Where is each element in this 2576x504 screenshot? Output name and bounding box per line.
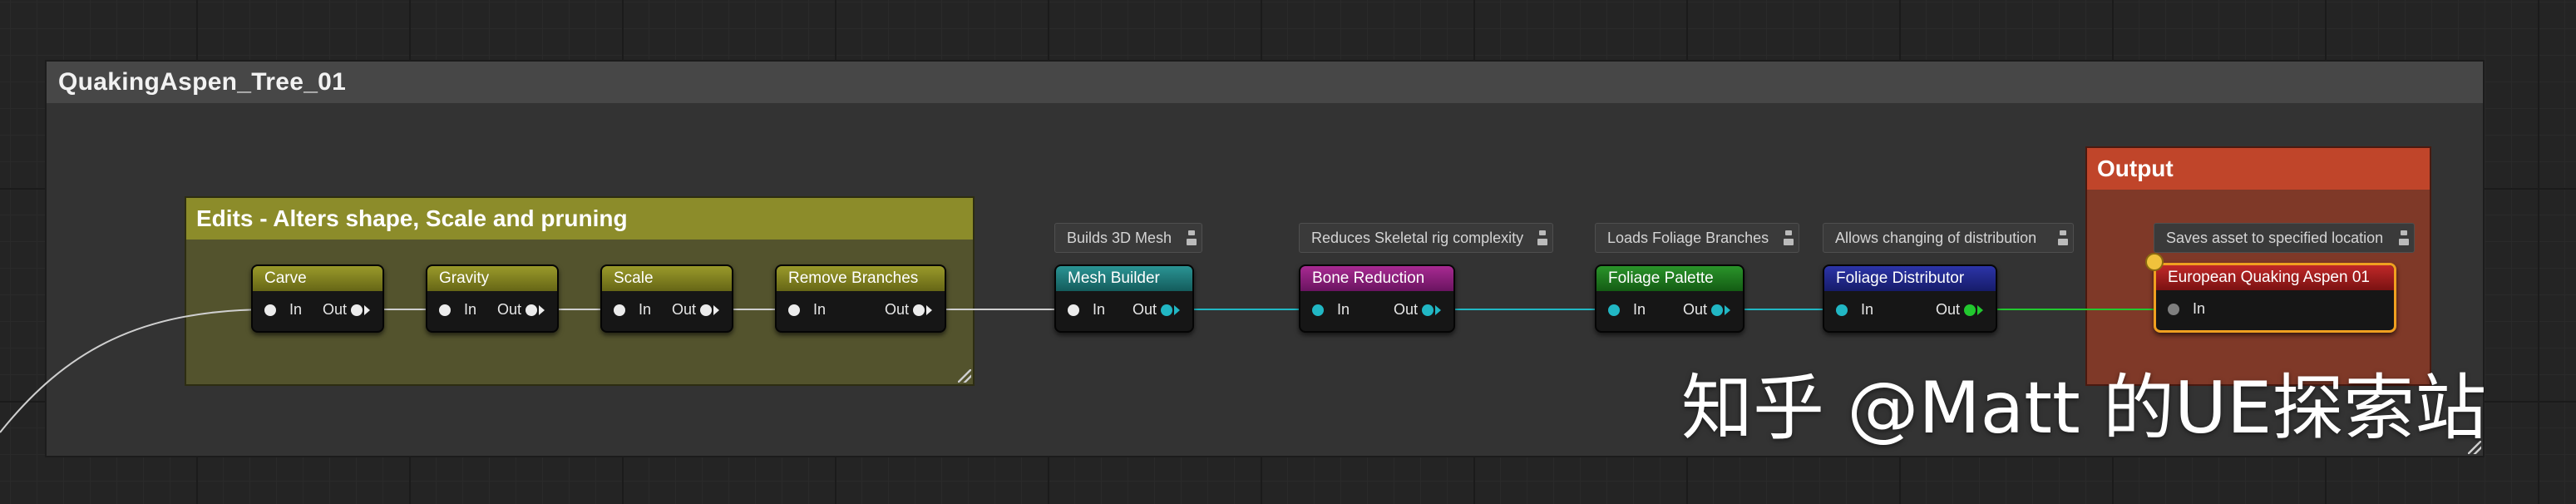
output-node-comment[interactable]: Saves asset to specified location bbox=[2154, 223, 2415, 253]
exec-arrow-icon bbox=[926, 305, 932, 315]
out-pin-label: Out bbox=[672, 301, 697, 318]
node-gravity[interactable]: Gravity In Out bbox=[426, 264, 559, 333]
node-scale[interactable]: Scale In Out bbox=[600, 264, 733, 333]
node-title: Carve bbox=[264, 269, 307, 287]
node-title: Foliage Palette bbox=[1608, 269, 1714, 287]
node-title: Bone Reduction bbox=[1312, 269, 1425, 287]
incoming-exec-wire bbox=[0, 309, 272, 433]
node-title: Scale bbox=[614, 269, 654, 287]
in-pin-label: In bbox=[1337, 301, 1350, 318]
in-pin-label: In bbox=[289, 301, 303, 318]
mesh-builder-comment[interactable]: Builds 3D Mesh bbox=[1054, 223, 1202, 253]
node-title: Remove Branches bbox=[788, 269, 919, 287]
out-pin-label: Out bbox=[1683, 301, 1708, 318]
out-pin-icon[interactable] bbox=[1964, 304, 1976, 316]
foliage-palette-comment[interactable]: Loads Foliage Branches bbox=[1595, 223, 1799, 253]
exec-arrow-icon bbox=[1174, 305, 1180, 315]
node-foliage-palette[interactable]: Foliage Palette In Out bbox=[1595, 264, 1744, 333]
exec-arrow-icon bbox=[1725, 305, 1730, 315]
in-pin-label: In bbox=[2193, 300, 2206, 317]
in-pin-icon[interactable] bbox=[264, 304, 276, 316]
out-pin-icon[interactable] bbox=[913, 304, 925, 316]
exec-arrow-icon bbox=[1977, 305, 1983, 315]
out-pin-label: Out bbox=[885, 301, 910, 318]
out-pin-label: Out bbox=[1394, 301, 1419, 318]
out-pin-icon[interactable] bbox=[1711, 304, 1723, 316]
pin-comment-icon[interactable] bbox=[1537, 229, 1547, 247]
pin-comment-icon[interactable] bbox=[2058, 229, 2068, 247]
out-pin-label: Out bbox=[497, 301, 522, 318]
node-mesh-builder[interactable]: Mesh Builder In Out bbox=[1054, 264, 1194, 333]
pin-comment-icon[interactable] bbox=[1784, 229, 1794, 247]
foliage-distributor-description: Allows changing of distribution bbox=[1835, 230, 2037, 246]
out-pin-label: Out bbox=[1936, 301, 1961, 318]
in-pin-icon[interactable] bbox=[1312, 304, 1324, 316]
foliage-palette-description: Loads Foliage Branches bbox=[1607, 230, 1769, 246]
node-bone-reduction[interactable]: Bone Reduction In Out bbox=[1299, 264, 1455, 333]
out-pin-icon[interactable] bbox=[351, 304, 363, 316]
in-pin-icon[interactable] bbox=[2168, 304, 2179, 315]
out-pin-icon[interactable] bbox=[1422, 304, 1434, 316]
out-pin-label: Out bbox=[323, 301, 348, 318]
in-pin-label: In bbox=[639, 301, 652, 318]
pin-comment-icon[interactable] bbox=[1187, 229, 1197, 247]
out-pin-icon[interactable] bbox=[1161, 304, 1172, 316]
out-pin-label: Out bbox=[1133, 301, 1157, 318]
in-pin-label: In bbox=[1093, 301, 1106, 318]
in-pin-icon[interactable] bbox=[439, 304, 451, 316]
watermark-text: 知乎 @Matt 的UE探索站 bbox=[1681, 367, 2487, 450]
in-pin-label: In bbox=[464, 301, 477, 318]
bone-reduction-description: Reduces Skeletal rig complexity bbox=[1311, 230, 1524, 246]
node-title: Mesh Builder bbox=[1068, 269, 1160, 287]
node-foliage-distributor[interactable]: Foliage Distributor In Out bbox=[1823, 264, 1997, 333]
in-pin-icon[interactable] bbox=[1836, 304, 1848, 316]
foliage-distributor-comment[interactable]: Allows changing of distribution bbox=[1823, 223, 2074, 253]
in-pin-label: In bbox=[1861, 301, 1874, 318]
output-marker-dot-icon[interactable] bbox=[2145, 253, 2164, 271]
node-remove-branches[interactable]: Remove Branches In Out bbox=[775, 264, 946, 333]
bone-reduction-comment[interactable]: Reduces Skeletal rig complexity bbox=[1299, 223, 1553, 253]
in-pin-icon[interactable] bbox=[1608, 304, 1620, 316]
exec-arrow-icon bbox=[1435, 305, 1441, 315]
in-pin-icon[interactable] bbox=[1068, 304, 1079, 316]
in-pin-label: In bbox=[1633, 301, 1646, 318]
exec-arrow-icon bbox=[539, 305, 545, 315]
in-pin-label: In bbox=[813, 301, 827, 318]
node-carve[interactable]: Carve In Out bbox=[251, 264, 384, 333]
output-node-description: Saves asset to specified location bbox=[2166, 230, 2384, 246]
in-pin-icon[interactable] bbox=[788, 304, 800, 316]
exec-arrow-icon bbox=[713, 305, 719, 315]
pin-comment-icon[interactable] bbox=[2399, 229, 2409, 247]
in-pin-icon[interactable] bbox=[614, 304, 625, 316]
exec-arrow-icon bbox=[364, 305, 370, 315]
node-title: Gravity bbox=[439, 269, 490, 287]
out-pin-icon[interactable] bbox=[526, 304, 537, 316]
node-european-quaking-aspen-selected[interactable]: European Quaking Aspen 01 In bbox=[2154, 263, 2396, 333]
mesh-builder-description: Builds 3D Mesh bbox=[1067, 230, 1172, 246]
node-title: Foliage Distributor bbox=[1836, 269, 1965, 287]
out-pin-icon[interactable] bbox=[700, 304, 712, 316]
node-title: European Quaking Aspen 01 bbox=[2168, 269, 2370, 286]
